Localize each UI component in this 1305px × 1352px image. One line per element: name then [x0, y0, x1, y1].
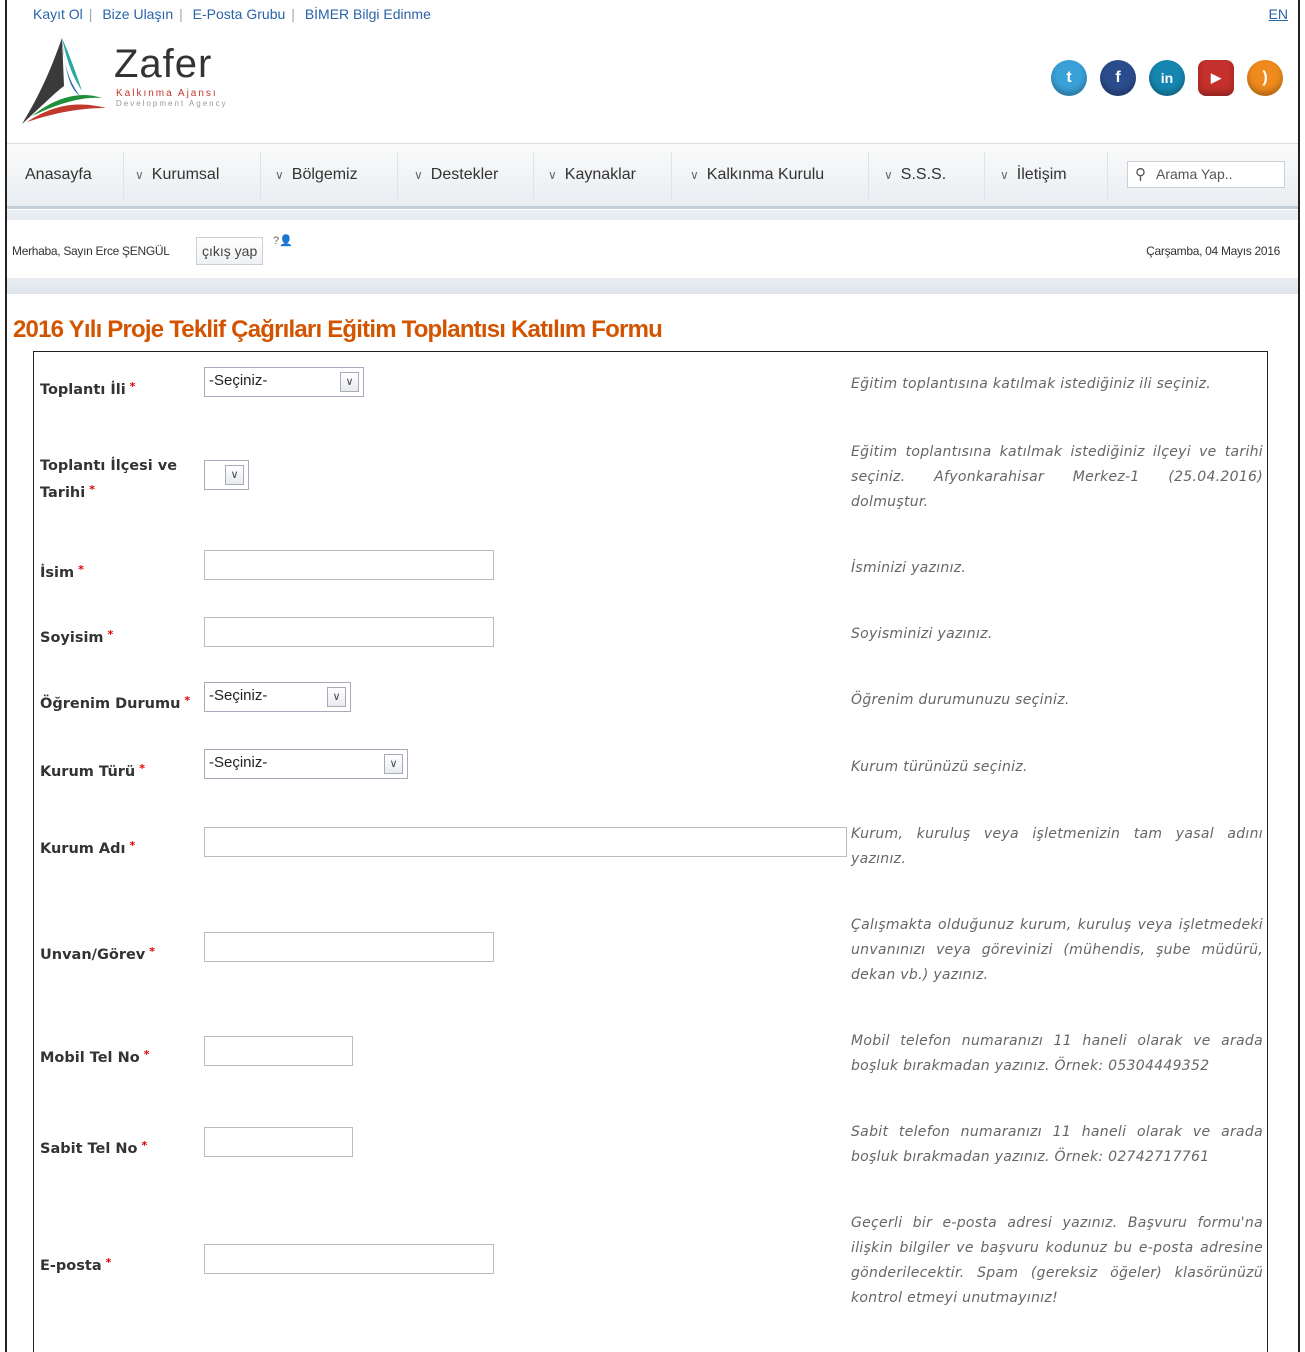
chevron-down-icon: ∨ — [884, 168, 893, 182]
nav-item-bolgemiz[interactable]: ∨ Bölgemiz — [275, 166, 358, 184]
chevron-down-icon: ∨ — [690, 168, 699, 182]
ogrenim-help: Öğrenim durumunuzu seçiniz. — [851, 692, 1070, 708]
isim-input[interactable] — [204, 550, 494, 580]
logout-button[interactable]: çıkış yap — [196, 237, 264, 265]
unvan-input[interactable] — [204, 932, 494, 962]
mobil-help: Mobil telefon numaranızı 11 haneli olara… — [851, 1033, 1263, 1074]
toplanti-ilcesi-select[interactable]: ∨ — [204, 460, 249, 490]
toplanti-ili-help: Eğitim toplantısına katılmak istediğiniz… — [851, 376, 1212, 392]
kurum-adi-help: Kurum, kuruluş veya işletmenizin tam yas… — [851, 826, 1263, 867]
unvan-label: Unvan/Görev * — [40, 945, 156, 963]
logo-name: Zafer — [114, 42, 213, 86]
email-group-link[interactable]: E-Posta Grubu — [193, 6, 286, 22]
contact-link[interactable]: Bize Ulaşın — [102, 6, 173, 22]
mobil-label: Mobil Tel No * — [40, 1048, 150, 1066]
chevron-down-icon: ∨ — [548, 168, 557, 182]
kurum-turu-select[interactable]: -Seçiniz- ∨ — [204, 749, 408, 779]
nav-item-kalkinma-kurulu[interactable]: ∨ Kalkınma Kurulu — [690, 166, 824, 184]
youtube-icon[interactable]: ▶ — [1198, 60, 1234, 96]
linkedin-icon[interactable]: in — [1149, 60, 1185, 96]
chevron-down-icon: ∨ — [275, 168, 284, 182]
chevron-down-icon: ∨ — [384, 754, 403, 774]
nav-item-destekler[interactable]: ∨ Destekler — [414, 166, 498, 184]
logo[interactable]: Zafer Kalkınma Ajansı Development Agency — [22, 36, 262, 126]
sabit-input[interactable] — [204, 1127, 353, 1157]
chevron-down-icon: ∨ — [225, 465, 244, 485]
chevron-down-icon: ∨ — [414, 168, 423, 182]
logo-subtitle-en: Development Agency — [116, 99, 228, 108]
search-input[interactable]: ⚲ Arama Yap.. — [1127, 161, 1285, 188]
toplanti-ilcesi-help: Eğitim toplantısına katılmak istediğiniz… — [851, 444, 1263, 510]
toplanti-ilcesi-label: Toplantı İlçesi ve Tarihi * — [40, 458, 178, 501]
registration-form: Toplantı İli * -Seçiniz- ∨ Eğitim toplantı… — [33, 351, 1268, 1352]
ogrenim-select[interactable]: -Seçiniz- ∨ — [204, 682, 351, 712]
search-icon: ⚲ — [1135, 166, 1146, 183]
eposta-help: Geçerli bir e-posta adresi yazınız. Başv… — [851, 1215, 1263, 1306]
eposta-label: E-posta * — [40, 1256, 112, 1274]
soyisim-label: Soyisim * — [40, 628, 114, 646]
chevron-down-icon: ∨ — [340, 372, 359, 392]
facebook-icon[interactable]: f — [1100, 60, 1136, 96]
nav-item-home[interactable]: Anasayfa — [25, 166, 92, 184]
sabit-help: Sabit telefon numaranızı 11 haneli olara… — [851, 1124, 1263, 1165]
chevron-down-icon: ∨ — [135, 168, 144, 182]
current-date: Çarşamba, 04 Mayıs 2016 — [1146, 244, 1280, 258]
greeting: Merhaba, Sayın Erce ŞENGÜL — [12, 244, 170, 258]
mobil-input[interactable] — [204, 1036, 353, 1066]
chevron-down-icon: ∨ — [327, 687, 346, 707]
toplanti-ili-select[interactable]: -Seçiniz- ∨ — [204, 367, 364, 397]
register-link[interactable]: Kayıt Ol — [33, 6, 83, 22]
kurum-turu-help: Kurum türünüzü seçiniz. — [851, 759, 1028, 775]
main-nav: Anasayfa ∨ Kurumsal ∨ Bölgemiz ∨ Destekler … — [7, 143, 1298, 209]
eposta-input[interactable] — [204, 1244, 494, 1274]
soyisim-input[interactable] — [204, 617, 494, 647]
nav-item-kurumsal[interactable]: ∨ Kurumsal — [135, 166, 219, 184]
logo-mark-icon — [22, 38, 106, 124]
kurum-turu-label: Kurum Türü * — [40, 762, 146, 780]
nav-item-iletisim[interactable]: ∨ İletişim — [1000, 166, 1067, 184]
ogrenim-label: Öğrenim Durumu * — [40, 694, 191, 712]
nav-item-kaynaklar[interactable]: ∨ Kaynaklar — [548, 166, 636, 184]
unvan-help: Çalışmakta olduğunuz kurum, kuruluş veya… — [851, 917, 1263, 983]
top-links: Kayıt Ol | Bize Ulaşın | E-Posta Grubu | Bİ… — [33, 6, 431, 22]
language-switch[interactable]: EN — [1269, 6, 1288, 22]
nav-item-sss[interactable]: ∨ S.S.S. — [884, 166, 946, 184]
kurum-adi-label: Kurum Adı * — [40, 839, 136, 857]
chevron-down-icon: ∨ — [1000, 168, 1009, 182]
page-title: 2016 Yılı Proje Teklif Çağrıları Eğitim … — [13, 316, 663, 343]
bimer-link[interactable]: BİMER Bilgi Edinme — [305, 6, 431, 22]
soyisim-help: Soyisminizi yazınız. — [851, 626, 993, 642]
help-icon[interactable]: ?👤 — [273, 234, 293, 247]
logo-subtitle: Kalkınma Ajansı — [116, 88, 218, 99]
toplanti-ili-label: Toplantı İli * — [40, 380, 136, 398]
kurum-adi-input[interactable] — [204, 827, 847, 857]
user-bar: Merhaba, Sayın Erce ŞENGÜL çıkış yap ?👤 … — [7, 222, 1298, 278]
isim-label: İsim * — [40, 563, 84, 581]
isim-help: İsminizi yazınız. — [851, 560, 967, 576]
social-links: t f in ▶ ) — [1051, 60, 1283, 96]
rss-icon[interactable]: ) — [1247, 60, 1283, 96]
twitter-icon[interactable]: t — [1051, 60, 1087, 96]
sabit-label: Sabit Tel No * — [40, 1139, 148, 1157]
